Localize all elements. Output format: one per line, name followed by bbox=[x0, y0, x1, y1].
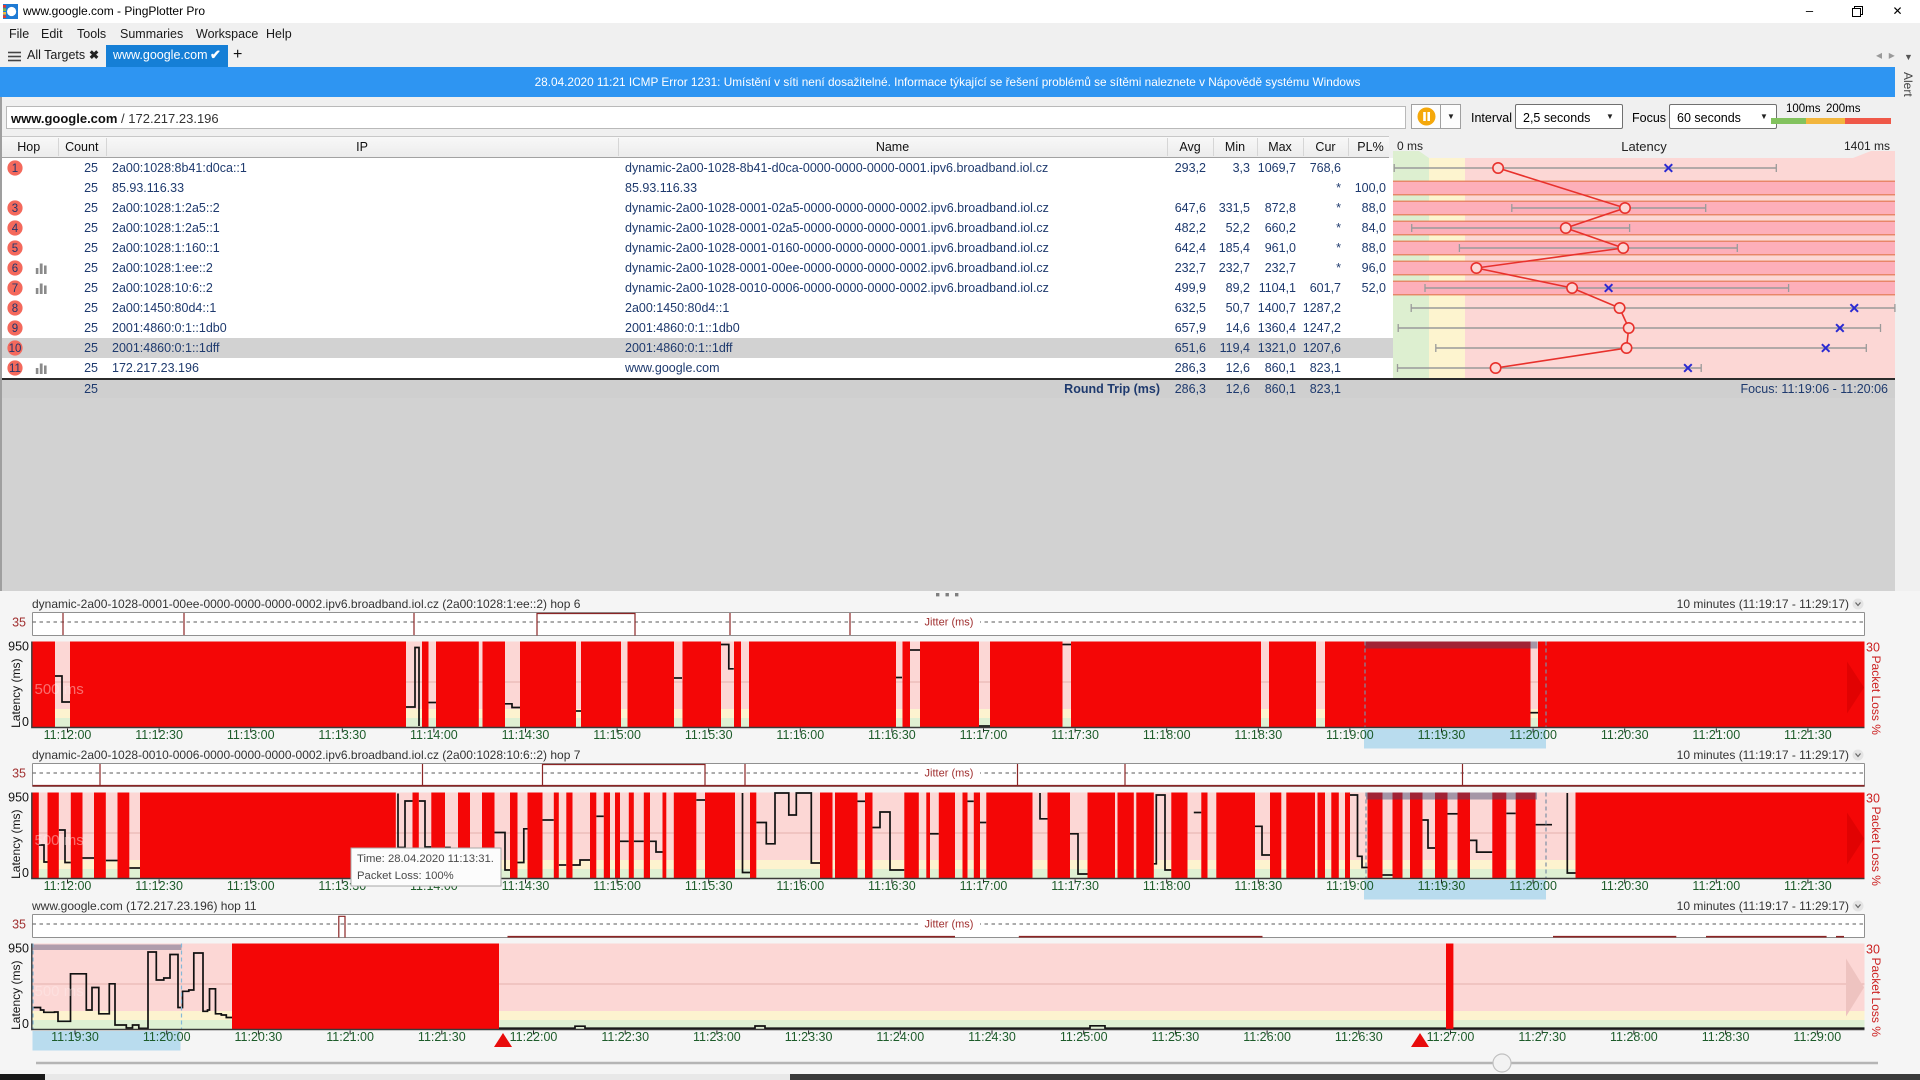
svg-text:11:22:30: 11:22:30 bbox=[601, 1030, 649, 1044]
svg-text:11:21:00: 11:21:00 bbox=[1692, 728, 1740, 742]
svg-text:11:26:00: 11:26:00 bbox=[1243, 1030, 1291, 1044]
svg-text:11:14:30: 11:14:30 bbox=[502, 879, 550, 893]
svg-text:30: 30 bbox=[1866, 943, 1880, 957]
svg-text:11:24:00: 11:24:00 bbox=[876, 1030, 924, 1044]
svg-text:11:29:00: 11:29:00 bbox=[1793, 1030, 1841, 1044]
svg-text:11:20:30: 11:20:30 bbox=[1601, 728, 1649, 742]
svg-text:www.google.com (172.217.23.196: www.google.com (172.217.23.196) hop 11 bbox=[31, 899, 257, 913]
svg-text:950: 950 bbox=[8, 942, 29, 956]
svg-text:Packet Loss %: Packet Loss % bbox=[1869, 958, 1883, 1038]
svg-text:11:20:00: 11:20:00 bbox=[1509, 879, 1557, 893]
svg-text:11:21:00: 11:21:00 bbox=[1692, 879, 1740, 893]
svg-text:Time: 28.04.2020 11:13:31.: Time: 28.04.2020 11:13:31. bbox=[357, 853, 494, 865]
svg-text:11:28:00: 11:28:00 bbox=[1610, 1030, 1658, 1044]
svg-text:11:19:00: 11:19:00 bbox=[1326, 728, 1374, 742]
svg-text:11:28:30: 11:28:30 bbox=[1702, 1030, 1750, 1044]
svg-text:11:23:30: 11:23:30 bbox=[785, 1030, 833, 1044]
svg-text:11:15:30: 11:15:30 bbox=[685, 728, 733, 742]
svg-text:11:27:00: 11:27:00 bbox=[1427, 1030, 1475, 1044]
svg-text:11:27:30: 11:27:30 bbox=[1518, 1030, 1566, 1044]
svg-text:11:18:30: 11:18:30 bbox=[1234, 879, 1282, 893]
svg-text:11:19:00: 11:19:00 bbox=[1326, 879, 1374, 893]
svg-text:950: 950 bbox=[8, 791, 29, 805]
svg-text:dynamic-2a00-1028-0001-00ee-00: dynamic-2a00-1028-0001-00ee-0000-0000-00… bbox=[32, 597, 581, 611]
svg-text:11:17:30: 11:17:30 bbox=[1051, 728, 1099, 742]
svg-text:0 ms: 0 ms bbox=[1397, 139, 1423, 153]
svg-text:11:15:30: 11:15:30 bbox=[685, 879, 733, 893]
svg-text:500 ms: 500 ms bbox=[35, 983, 84, 1000]
svg-text:950: 950 bbox=[8, 640, 29, 654]
svg-text:dynamic-2a00-1028-0010-0006-00: dynamic-2a00-1028-0010-0006-0000-0000-00… bbox=[32, 748, 581, 762]
svg-text:10 minutes (11:19:17 - 11:29:1: 10 minutes (11:19:17 - 11:29:17) bbox=[1677, 748, 1849, 762]
svg-text:11:20:00: 11:20:00 bbox=[143, 1030, 191, 1044]
svg-text:11:24:30: 11:24:30 bbox=[968, 1030, 1016, 1044]
svg-text:11:14:00: 11:14:00 bbox=[410, 728, 458, 742]
svg-text:11:19:30: 11:19:30 bbox=[1418, 728, 1466, 742]
svg-text:11:23:00: 11:23:00 bbox=[693, 1030, 741, 1044]
svg-text:30: 30 bbox=[1866, 792, 1880, 806]
svg-text:11:18:30: 11:18:30 bbox=[1234, 728, 1282, 742]
svg-text:Packet Loss %: Packet Loss % bbox=[1869, 807, 1883, 887]
svg-text:11:19:30: 11:19:30 bbox=[1418, 879, 1466, 893]
svg-text:Packet Loss %: Packet Loss % bbox=[1869, 656, 1883, 736]
svg-text:Latency (ms): Latency (ms) bbox=[9, 810, 23, 879]
svg-text:11:20:00: 11:20:00 bbox=[1509, 728, 1557, 742]
svg-text:11:22:00: 11:22:00 bbox=[510, 1030, 558, 1044]
svg-text:11:13:30: 11:13:30 bbox=[318, 728, 366, 742]
svg-text:11:15:00: 11:15:00 bbox=[593, 879, 641, 893]
svg-text:11:13:00: 11:13:00 bbox=[227, 879, 275, 893]
svg-text:11:17:00: 11:17:00 bbox=[960, 879, 1008, 893]
svg-text:11:18:00: 11:18:00 bbox=[1143, 728, 1191, 742]
svg-text:Jitter (ms): Jitter (ms) bbox=[925, 919, 974, 931]
svg-text:11:16:00: 11:16:00 bbox=[776, 879, 824, 893]
svg-text:11:19:30: 11:19:30 bbox=[51, 1030, 99, 1044]
svg-text:0: 0 bbox=[22, 715, 29, 729]
svg-text:Packet Loss: 100%: Packet Loss: 100% bbox=[357, 870, 454, 882]
svg-text:11:20:30: 11:20:30 bbox=[1601, 879, 1649, 893]
svg-text:Latency (ms): Latency (ms) bbox=[9, 659, 23, 728]
svg-text:11:12:30: 11:12:30 bbox=[135, 879, 183, 893]
svg-text:500 ms: 500 ms bbox=[35, 681, 84, 698]
svg-text:Jitter (ms): Jitter (ms) bbox=[925, 768, 974, 780]
svg-text:11:16:00: 11:16:00 bbox=[776, 728, 824, 742]
svg-text:11:25:30: 11:25:30 bbox=[1152, 1030, 1200, 1044]
svg-text:Latency: Latency bbox=[1621, 139, 1667, 154]
svg-text:0: 0 bbox=[22, 866, 29, 880]
svg-text:11:26:30: 11:26:30 bbox=[1335, 1030, 1383, 1044]
svg-text:10 minutes (11:19:17 - 11:29:1: 10 minutes (11:19:17 - 11:29:17) bbox=[1677, 597, 1849, 611]
svg-text:10 minutes (11:19:17 - 11:29:1: 10 minutes (11:19:17 - 11:29:17) bbox=[1677, 899, 1849, 913]
svg-text:11:12:00: 11:12:00 bbox=[44, 879, 92, 893]
svg-text:11:21:30: 11:21:30 bbox=[418, 1030, 466, 1044]
svg-text:11:16:30: 11:16:30 bbox=[868, 728, 916, 742]
svg-text:11:20:30: 11:20:30 bbox=[235, 1030, 283, 1044]
svg-text:11:12:30: 11:12:30 bbox=[135, 728, 183, 742]
svg-text:11:21:30: 11:21:30 bbox=[1784, 879, 1832, 893]
svg-text:500 ms: 500 ms bbox=[35, 832, 84, 849]
svg-text:11:21:30: 11:21:30 bbox=[1784, 728, 1832, 742]
svg-text:11:17:00: 11:17:00 bbox=[960, 728, 1008, 742]
svg-text:11:25:00: 11:25:00 bbox=[1060, 1030, 1108, 1044]
svg-text:Latency (ms): Latency (ms) bbox=[9, 961, 23, 1030]
svg-text:11:21:00: 11:21:00 bbox=[326, 1030, 374, 1044]
svg-text:Jitter (ms): Jitter (ms) bbox=[925, 617, 974, 629]
svg-text:11:14:30: 11:14:30 bbox=[502, 728, 550, 742]
svg-text:11:13:00: 11:13:00 bbox=[227, 728, 275, 742]
svg-text:35: 35 bbox=[12, 767, 26, 781]
svg-text:30: 30 bbox=[1866, 641, 1880, 655]
svg-text:11:15:00: 11:15:00 bbox=[593, 728, 641, 742]
svg-text:11:18:00: 11:18:00 bbox=[1143, 879, 1191, 893]
svg-text:35: 35 bbox=[12, 616, 26, 630]
svg-text:11:16:30: 11:16:30 bbox=[868, 879, 916, 893]
svg-text:35: 35 bbox=[12, 918, 26, 932]
svg-text:1401 ms: 1401 ms bbox=[1844, 139, 1890, 153]
svg-text:0: 0 bbox=[22, 1017, 29, 1031]
svg-text:11:17:30: 11:17:30 bbox=[1051, 879, 1099, 893]
svg-text:11:12:00: 11:12:00 bbox=[44, 728, 92, 742]
